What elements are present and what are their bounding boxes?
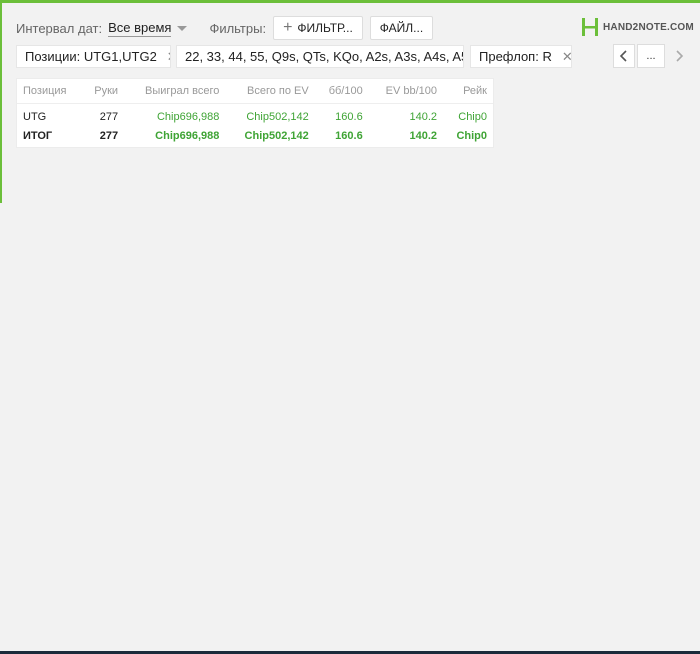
- cell-ev-bb100: 140.2: [409, 110, 438, 123]
- column-header-won-total[interactable]: Выиграл всего: [124, 79, 226, 104]
- cell-bb100: 160.6: [335, 129, 363, 142]
- add-filter-label: ФИЛЬТР...: [297, 21, 353, 35]
- cell-bb100: 160.6: [335, 110, 363, 123]
- table-total-row: ИТОГ 277 Chip696,988 Chip502,142 160.6 1…: [17, 126, 493, 145]
- cell-rake: Chip0: [456, 129, 487, 142]
- plus-icon: +: [283, 19, 293, 36]
- logo-text: HAND2NOTE.COM: [603, 21, 694, 33]
- cell-ev-bb100: 140.2: [409, 129, 438, 142]
- table-header-row: Позиция Руки Выиграл всего Всего по EV б…: [17, 79, 493, 104]
- filter-chip-label: Позиции: UTG1,UTG2: [25, 49, 157, 64]
- chevron-left-icon: [619, 50, 627, 62]
- cell-rake: Chip0: [458, 110, 487, 123]
- column-header-bb100[interactable]: бб/100: [314, 79, 369, 104]
- date-interval-label: Интервал дат:: [16, 20, 103, 36]
- top-accent-bar: [0, 0, 700, 3]
- chevron-right-icon: [676, 50, 684, 62]
- filter-chip-hand-range[interactable]: 22, 33, 44, 55, Q9s, QTs, KQo, A2s, A3s,…: [176, 45, 464, 68]
- close-icon[interactable]: ✕: [562, 49, 571, 65]
- column-header-hands[interactable]: Руки: [82, 79, 125, 104]
- file-button-label: ФАЙЛ...: [379, 21, 424, 35]
- filter-chip-label: Префлоп: R: [479, 49, 552, 64]
- logo-icon: [582, 18, 598, 36]
- cell-hands: 277: [99, 110, 119, 123]
- filter-chip-label: 22, 33, 44, 55, Q9s, QTs, KQo, A2s, A3s,…: [185, 49, 464, 64]
- scroll-right-button[interactable]: [668, 44, 690, 68]
- filters-label: Фильтры:: [209, 20, 267, 36]
- table-row[interactable]: UTG 277 Chip696,988 Chip502,142 160.6 14…: [17, 104, 493, 127]
- column-header-rake[interactable]: Рейк: [443, 79, 493, 104]
- stats-table-panel: Позиция Руки Выиграл всего Всего по EV б…: [16, 78, 494, 148]
- cell-ev-total: Chip502,142: [246, 110, 309, 123]
- filter-chip-preflop[interactable]: Префлоп: R ✕: [470, 45, 572, 68]
- chevron-down-icon[interactable]: [177, 25, 188, 31]
- cell-position: UTG: [23, 110, 47, 123]
- cell-won-total: Chip696,988: [155, 129, 220, 142]
- scroll-left-button[interactable]: [613, 44, 635, 68]
- cell-won-total: Chip696,988: [156, 110, 220, 123]
- file-button[interactable]: ФАЙЛ...: [369, 16, 434, 40]
- cell-position: ИТОГ: [23, 129, 53, 142]
- column-header-ev-total[interactable]: Всего по EV: [225, 79, 315, 104]
- date-interval-dropdown[interactable]: Все время: [108, 20, 172, 37]
- cell-hands: 277: [99, 129, 119, 142]
- column-header-position[interactable]: Позиция: [17, 79, 83, 104]
- close-icon[interactable]: ✕: [167, 49, 170, 65]
- filter-chip-positions[interactable]: Позиции: UTG1,UTG2 ✕: [16, 45, 171, 68]
- more-filters-button[interactable]: ...: [637, 44, 665, 68]
- cell-ev-total: Chip502,142: [244, 129, 309, 142]
- left-accent-bar: [0, 3, 2, 203]
- column-header-ev-bb100[interactable]: EV bb/100: [368, 79, 444, 104]
- add-filter-button[interactable]: + ФИЛЬТР...: [273, 16, 363, 40]
- stats-table: Позиция Руки Выиграл всего Всего по EV б…: [17, 79, 493, 145]
- filter-header: Интервал дат: Все время Фильтры: + ФИЛЬТ…: [16, 16, 434, 40]
- hand2note-logo: HAND2NOTE.COM: [581, 17, 694, 37]
